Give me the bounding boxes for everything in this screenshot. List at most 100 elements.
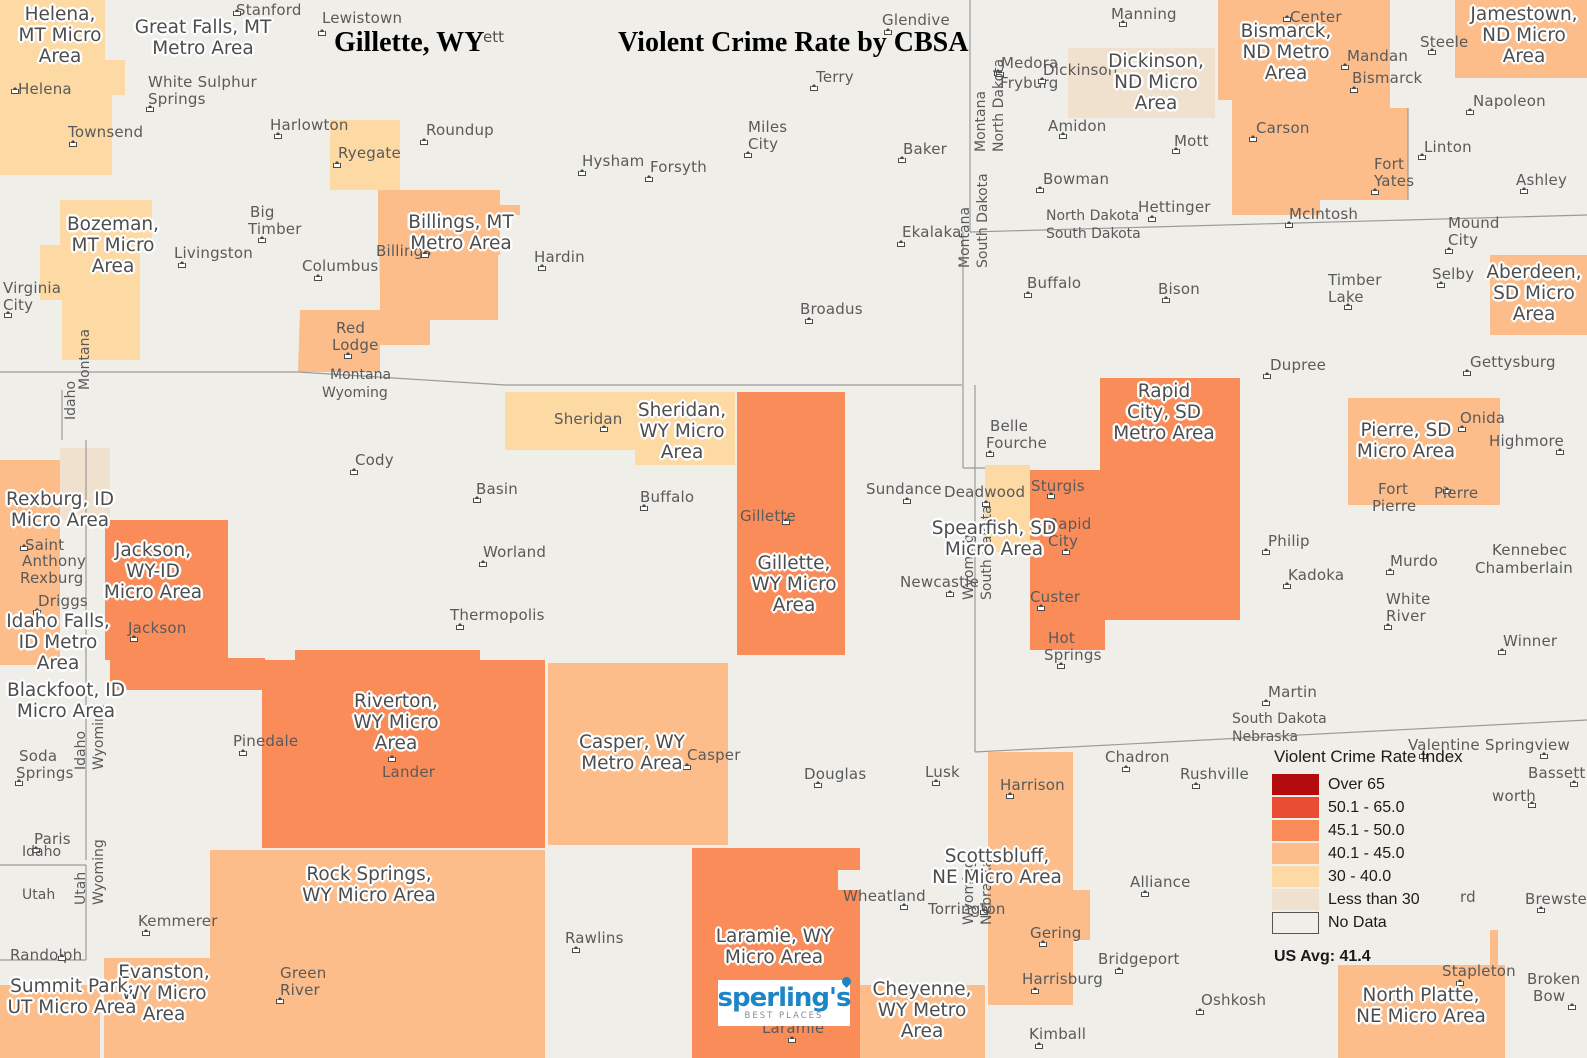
- city-label: McIntosh: [1289, 205, 1359, 223]
- page-title-left: Gillette, WY: [334, 27, 485, 58]
- city-label: Ashley: [1516, 171, 1568, 189]
- city-marker-icon: [1196, 1008, 1204, 1015]
- legend-item[interactable]: Less than 30: [1272, 888, 1463, 911]
- legend-item-label: Less than 30: [1328, 890, 1420, 908]
- city-label: Red: [336, 319, 366, 337]
- state-boundary-label: Utah: [22, 887, 56, 903]
- city-label: Cody: [355, 451, 394, 469]
- city-label: Broadus: [800, 300, 863, 318]
- legend-item[interactable]: No Data: [1272, 911, 1463, 934]
- cbsa-area-label[interactable]: Jackson, WY-ID Micro Area: [96, 540, 210, 603]
- cbsa-area-label[interactable]: Blackfoot, ID Micro Area: [0, 680, 136, 722]
- legend-color-swatch: [1272, 911, 1319, 934]
- cbsa-area-label[interactable]: Rock Springs, WY Micro Area: [288, 864, 450, 906]
- cbsa-area-label[interactable]: Sheridan, WY Micro Area: [627, 400, 737, 463]
- page-title-right: Violent Crime Rate by CBSA: [618, 27, 969, 58]
- city-marker-icon: [456, 623, 464, 630]
- city-label: Buffalo: [640, 488, 695, 506]
- city-label: Jackson: [128, 619, 187, 637]
- city-marker-icon: [805, 317, 813, 324]
- state-boundary-label: Montana: [330, 367, 392, 383]
- legend-color-swatch: [1272, 774, 1319, 795]
- city-marker-icon: [1031, 987, 1039, 994]
- city-label: Stanford: [236, 1, 302, 19]
- city-marker-icon: [479, 560, 487, 567]
- city-label: Timber: [1328, 271, 1382, 289]
- city-label: Basin: [476, 480, 518, 498]
- city-label: White: [1386, 590, 1431, 608]
- city-label: Lusk: [925, 763, 960, 781]
- city-label: Hardin: [534, 248, 585, 266]
- legend-color-swatch: [1272, 820, 1319, 841]
- city-label: Custer: [1030, 588, 1081, 606]
- city-label: Terry: [816, 68, 854, 86]
- cbsa-area-label[interactable]: Dickinson, ND Micro Area: [1100, 51, 1212, 114]
- state-boundary-label: Utah: [73, 871, 89, 905]
- city-label: Bison: [1158, 280, 1200, 298]
- city-marker-icon: [946, 590, 954, 597]
- city-label: Wheatland: [843, 887, 926, 905]
- legend-us-average: US Avg: 41.4: [1274, 948, 1371, 965]
- city-label: Harrison: [1000, 776, 1065, 794]
- cbsa-area-label[interactable]: Bozeman, MT Micro Area: [58, 214, 168, 277]
- city-label: City: [3, 296, 34, 314]
- legend-item[interactable]: 30 - 40.0: [1272, 865, 1463, 888]
- state-boundary-label: South Dakota: [1232, 711, 1327, 727]
- cbsa-area-label[interactable]: Pierre, SD Micro Area: [1345, 420, 1467, 462]
- cbsa-area-label[interactable]: Summit Park, UT Micro Area: [0, 976, 144, 1018]
- page-title-suffix: ett: [483, 28, 504, 46]
- city-marker-icon: [69, 140, 77, 147]
- city-label: River: [1386, 607, 1426, 625]
- cbsa-area-label[interactable]: Bismarck, ND Metro Area: [1230, 21, 1342, 84]
- cbsa-area-label[interactable]: Helena, MT Micro Area: [6, 4, 114, 67]
- cbsa-area-label[interactable]: Riverton, WY Micro Area: [344, 691, 448, 754]
- legend-item-label: Over 65: [1328, 775, 1385, 793]
- legend-item-label: 45.1 - 50.0: [1328, 821, 1405, 839]
- sperlings-logo[interactable]: sperling's BEST PLACES: [718, 974, 854, 1026]
- state-boundary-label: Montana: [973, 90, 989, 152]
- cbsa-area-label[interactable]: Scottsbluff, NE Micro Area: [930, 846, 1064, 888]
- city-marker-icon: [333, 161, 341, 168]
- city-label: City: [748, 135, 779, 153]
- city-label: Kemmerer: [138, 912, 218, 930]
- city-label: Pierre: [1434, 484, 1479, 502]
- city-marker-icon: [420, 138, 428, 145]
- state-boundary-label: Idaho: [73, 730, 89, 770]
- legend-title: Violent Crime Rate Index: [1274, 747, 1463, 766]
- city-label: River: [280, 981, 320, 999]
- cbsa-area-label[interactable]: Spearfish, SD Micro Area: [920, 518, 1068, 560]
- cbsa-area-label[interactable]: Gillette, WY Micro Area: [742, 553, 846, 616]
- city-label: Worland: [483, 543, 547, 561]
- cbsa-area-label[interactable]: Rapid City, SD Metro Area: [1105, 381, 1223, 444]
- cbsa-area-label[interactable]: Idaho Falls, ID Metro Area: [0, 611, 120, 674]
- cbsa-area-label[interactable]: Casper, WY Metro Area: [568, 732, 696, 774]
- city-label: Lewistown: [322, 9, 403, 27]
- city-label: Kadoka: [1288, 566, 1345, 584]
- city-label: Buffalo: [1027, 274, 1082, 292]
- city-label: Rushville: [1180, 765, 1249, 783]
- legend-item[interactable]: 45.1 - 50.0: [1272, 819, 1463, 842]
- cbsa-area-label[interactable]: Jamestown, ND Micro Area: [1462, 4, 1586, 67]
- city-label: Virginia: [3, 279, 62, 297]
- legend-item[interactable]: Over 65: [1272, 773, 1463, 796]
- city-label: Linton: [1424, 138, 1472, 156]
- cbsa-area-label[interactable]: Laramie, WY Micro Area: [710, 926, 838, 968]
- cbsa-area-label[interactable]: North Platte, NE Micro Area: [1350, 985, 1492, 1027]
- city-marker-icon: [1192, 782, 1200, 789]
- cbsa-area-label[interactable]: Aberdeen, SD Micro Area: [1478, 262, 1587, 325]
- city-label: Lodge: [332, 336, 379, 354]
- cbsa-area-label[interactable]: Cheyenne, WY Metro Area: [856, 979, 988, 1042]
- cbsa-area-label[interactable]: Great Falls, MT Metro Area: [110, 17, 296, 59]
- legend-rows: Over 65 50.1 - 65.0 45.1 - 50.0 40.1 - 45.0…: [1272, 773, 1463, 934]
- legend-color-swatch: [1272, 866, 1319, 887]
- state-boundary-label: Idaho: [63, 380, 79, 420]
- city-label: Anthony: [22, 552, 87, 570]
- city-marker-icon: [1148, 215, 1156, 222]
- legend-item[interactable]: 40.1 - 45.0: [1272, 842, 1463, 865]
- cbsa-area-label[interactable]: Billings, MT Metro Area: [398, 212, 524, 254]
- state-boundary-label: North Dakota: [991, 58, 1007, 152]
- map-legend: Violent Crime Rate Index Over 65 50.1 - 6…: [1272, 747, 1463, 966]
- legend-item[interactable]: 50.1 - 65.0: [1272, 796, 1463, 819]
- city-label: Springview: [1485, 736, 1570, 754]
- cbsa-area-label[interactable]: Rexburg, ID Micro Area: [0, 489, 124, 531]
